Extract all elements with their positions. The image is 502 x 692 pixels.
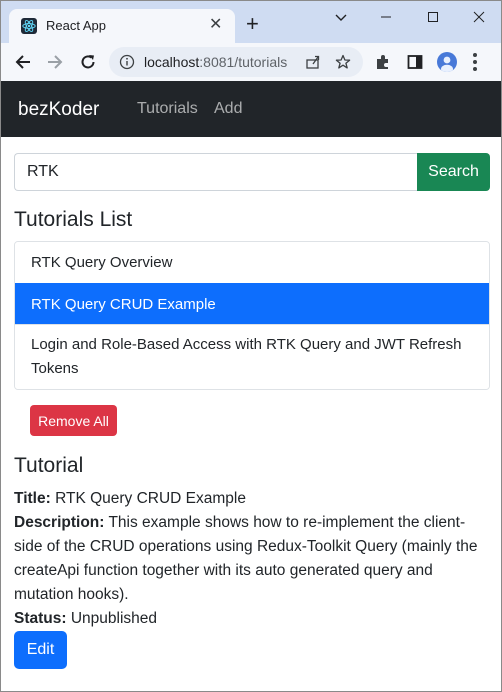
description-label: Description:: [14, 514, 105, 531]
star-icon[interactable]: [335, 54, 351, 70]
reload-icon[interactable]: [79, 53, 97, 71]
plus-icon[interactable]: +: [246, 13, 259, 35]
edit-button[interactable]: Edit: [14, 631, 67, 669]
url-path: :8081/tutorials: [199, 54, 288, 70]
browser-titlebar: React App ✕ +: [1, 1, 501, 43]
description-row: Description: This example shows how to r…: [14, 511, 490, 607]
share-icon[interactable]: [305, 54, 321, 70]
extensions-icon[interactable]: [374, 53, 392, 71]
tutorials-list: RTK Query Overview RTK Query CRUD Exampl…: [14, 241, 490, 390]
browser-toolbar: localhost:8081/tutorials: [1, 43, 501, 81]
forward-arrow-icon[interactable]: [46, 53, 64, 71]
back-arrow-icon[interactable]: [14, 53, 32, 71]
browser-window: React App ✕ + localhost:8081/tutorials b…: [0, 0, 502, 692]
react-icon: [21, 18, 37, 34]
remove-all-button[interactable]: Remove All: [30, 405, 117, 436]
status-label: Status:: [14, 610, 67, 627]
list-item-active[interactable]: RTK Query CRUD Example: [15, 283, 489, 324]
tutorial-heading: Tutorial: [14, 454, 84, 477]
title-row: Title: RTK Query CRUD Example: [14, 487, 490, 511]
kebab-menu-icon[interactable]: [473, 53, 477, 71]
minimize-icon[interactable]: [376, 7, 396, 27]
list-item[interactable]: Login and Role-Based Access with RTK Que…: [15, 324, 489, 389]
search-button[interactable]: Search: [417, 153, 490, 191]
title-label: Title:: [14, 490, 51, 507]
tutorials-list-heading: Tutorials List: [14, 208, 133, 231]
brand-link[interactable]: bezKoder: [18, 99, 99, 121]
profile-avatar-icon[interactable]: [437, 52, 457, 72]
maximize-icon[interactable]: [423, 7, 443, 27]
nav-link-tutorials[interactable]: Tutorials: [137, 100, 198, 118]
search-input[interactable]: [14, 153, 418, 191]
url-host: localhost: [144, 54, 200, 70]
tutorial-details: Title: RTK Query CRUD Example Descriptio…: [14, 487, 490, 631]
title-value: RTK Query CRUD Example: [55, 490, 246, 507]
window-close-icon[interactable]: [469, 7, 489, 27]
url-text: localhost:8081/tutorials: [144, 54, 287, 70]
list-item[interactable]: RTK Query Overview: [15, 242, 489, 283]
close-icon[interactable]: ✕: [209, 17, 222, 33]
info-icon[interactable]: [119, 54, 135, 70]
nav-link-add[interactable]: Add: [214, 100, 242, 118]
tab-title: React App: [46, 18, 106, 33]
status-value: Unpublished: [70, 610, 158, 627]
status-row: Status: Unpublished: [14, 607, 490, 631]
browser-tab[interactable]: React App ✕: [9, 9, 235, 43]
app-navbar: bezKoder Tutorials Add: [1, 81, 501, 137]
chevron-down-icon[interactable]: [331, 7, 351, 27]
side-panel-icon[interactable]: [406, 53, 424, 71]
address-bar[interactable]: localhost:8081/tutorials: [109, 47, 363, 77]
